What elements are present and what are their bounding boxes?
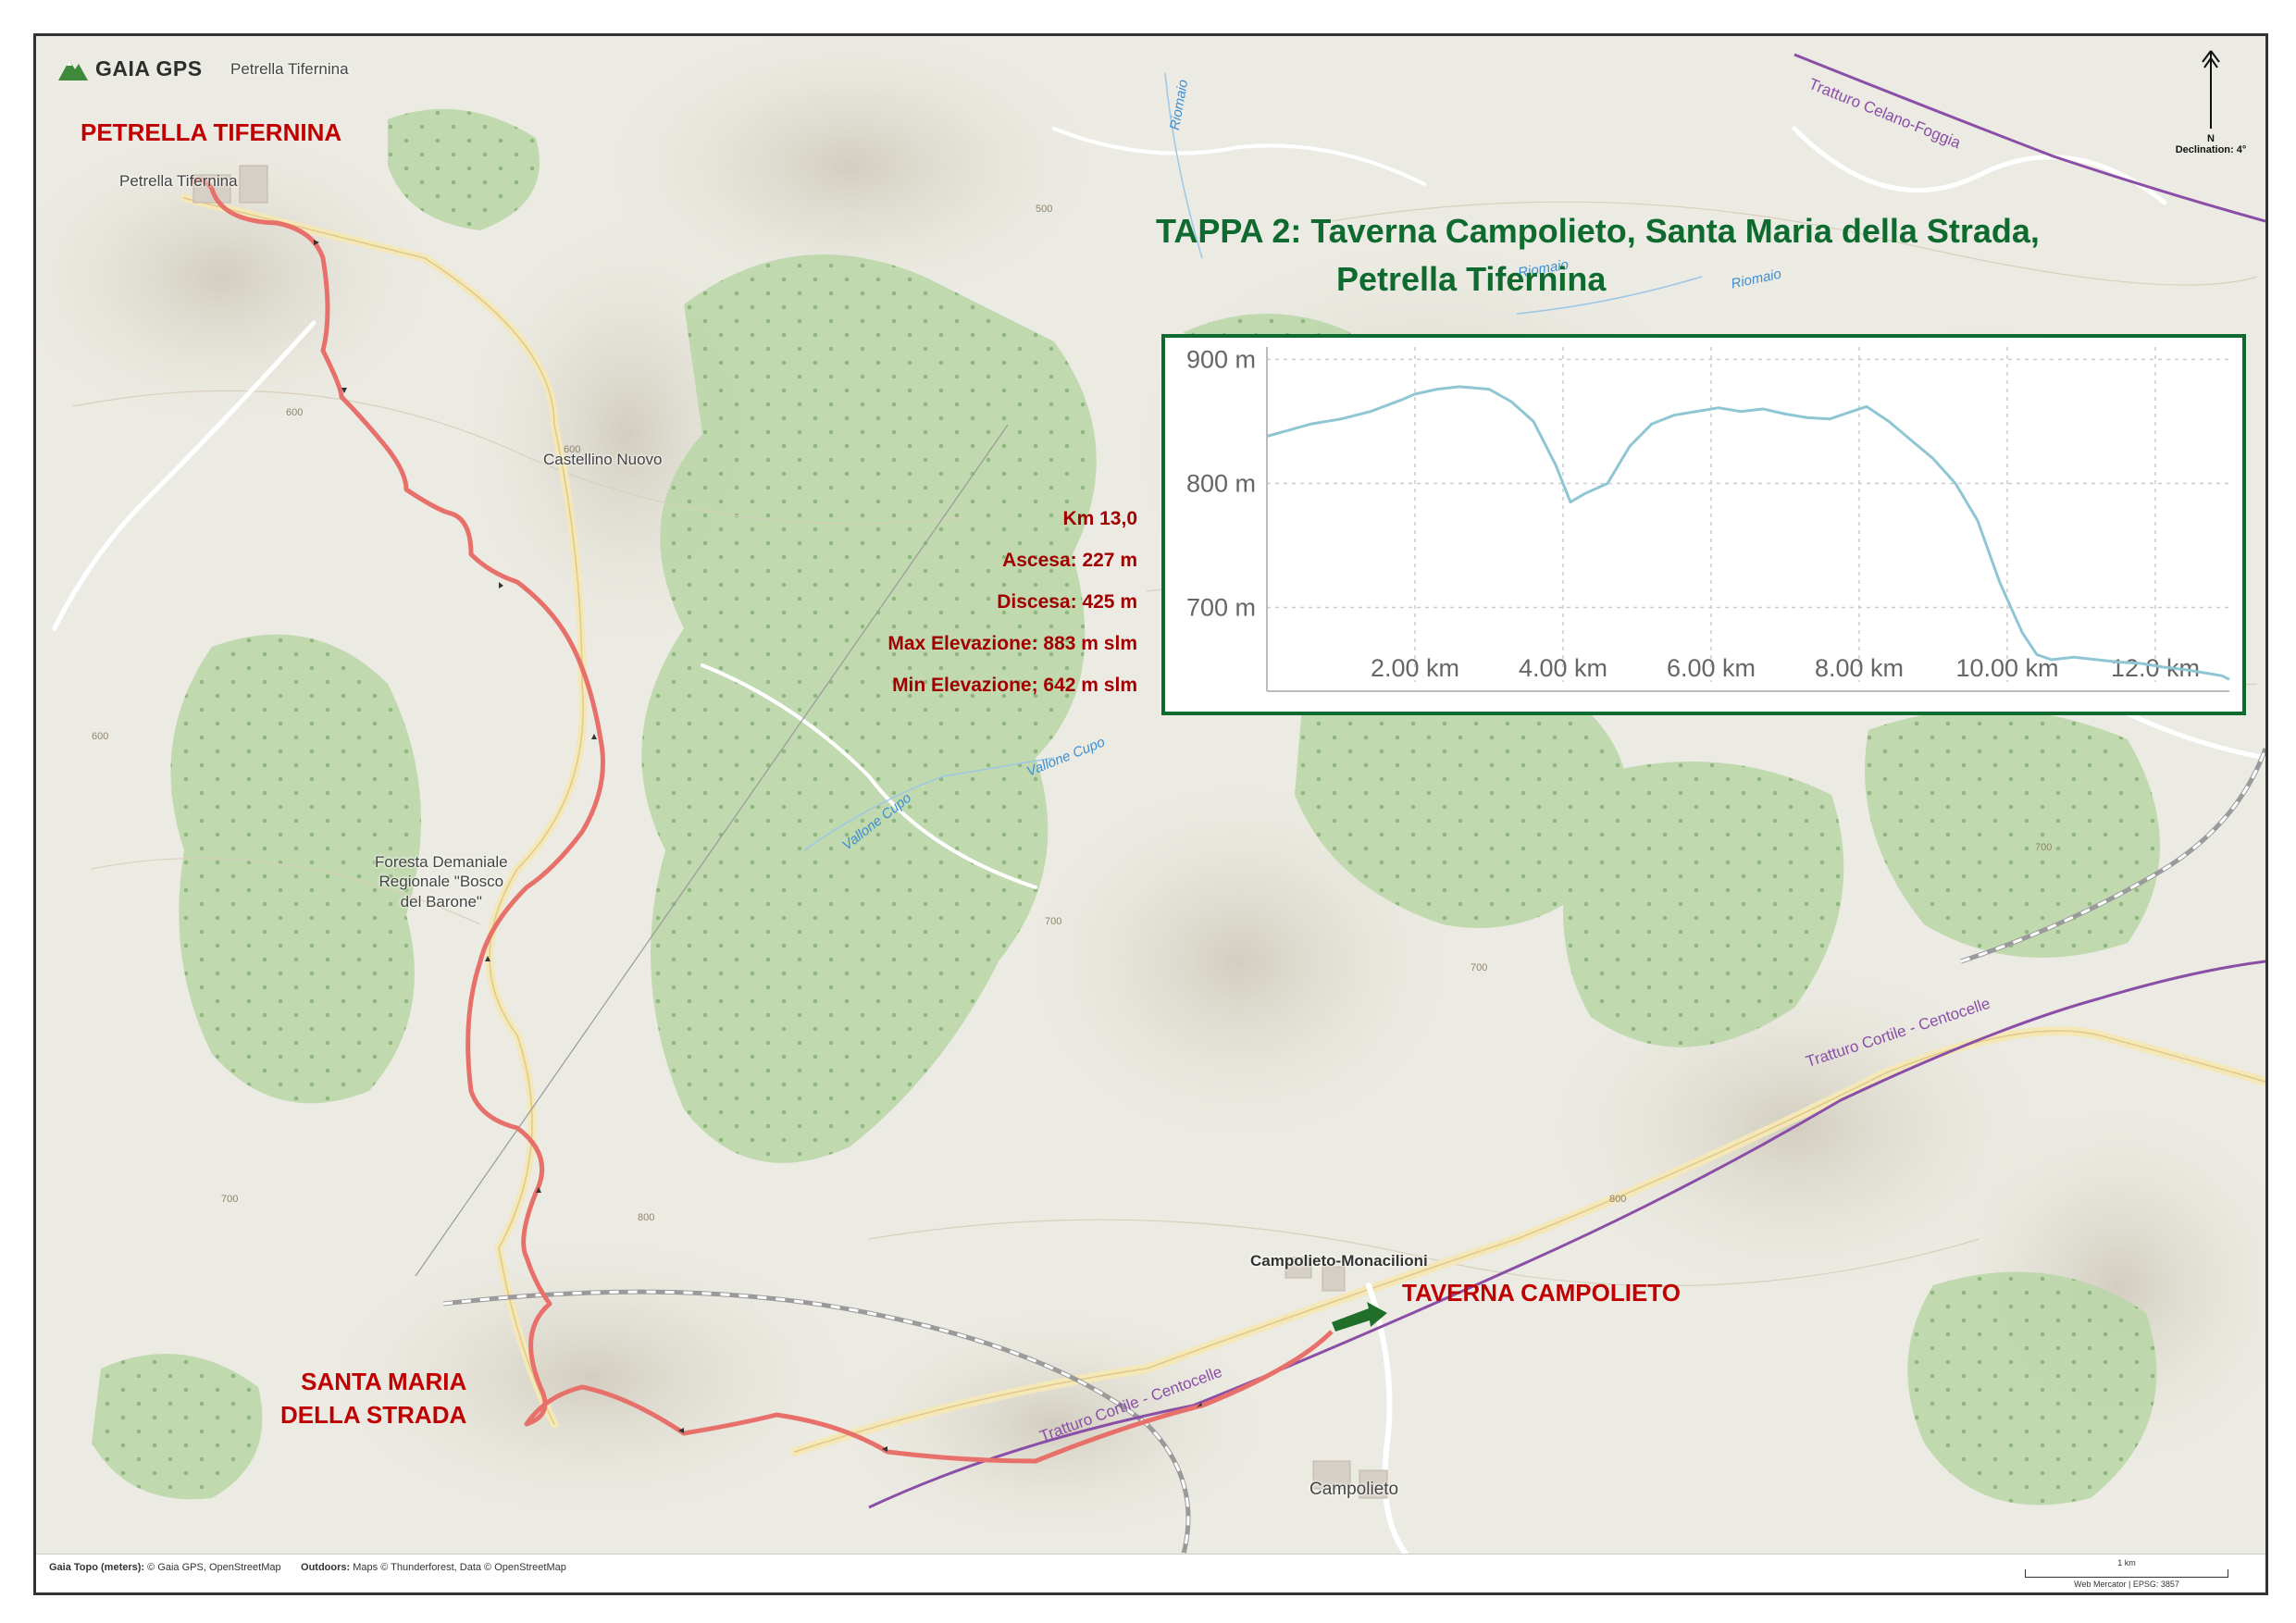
brand-name: GAIA GPS bbox=[95, 56, 203, 81]
stat-max-elevation: Max Elevazione: 883 m slm bbox=[887, 633, 1137, 654]
gaia-label: Gaia Topo (meters): bbox=[49, 1562, 145, 1573]
stat-distance: Km 13,0 bbox=[1062, 508, 1137, 529]
north-arrow: N Declination: 4° bbox=[2165, 47, 2257, 155]
x-tick-label: 6.00 km bbox=[1667, 654, 1756, 682]
x-tick-label: 2.00 km bbox=[1371, 654, 1459, 682]
stat-ascent: Ascesa: 227 m bbox=[1002, 550, 1137, 571]
declination-label: Declination: 4° bbox=[2175, 144, 2247, 155]
svg-text:600: 600 bbox=[286, 407, 303, 418]
scale-bar: 1 km Web Mercator | EPSG: 3857 bbox=[2025, 1558, 2228, 1589]
scale-bar-line bbox=[2025, 1569, 2228, 1578]
stat-descent: Discesa: 425 m bbox=[997, 591, 1137, 613]
svg-text:800: 800 bbox=[1609, 1194, 1626, 1205]
map-frame: 600 600 500 700 800 800 700 700 600 700 … bbox=[33, 33, 2268, 1595]
scale-label: 1 km bbox=[2117, 1558, 2136, 1567]
attribution-footer: Gaia Topo (meters): © Gaia GPS, OpenStre… bbox=[36, 1554, 2265, 1592]
y-tick-label: 900 m bbox=[1186, 345, 1256, 373]
x-tick-label: 8.00 km bbox=[1815, 654, 1904, 682]
label-santa-maria: SANTA MARIA DELLA STRADA bbox=[280, 1368, 467, 1430]
elevation-chart: 700 m 800 m 900 m 2.00 km 4.00 km 6.00 km 8.00… bbox=[1186, 345, 2230, 692]
place-campolieto: Campolieto bbox=[1309, 1480, 1399, 1499]
place-petrella-top: Petrella Tifernina bbox=[230, 60, 349, 78]
gaia-gps-logo: GAIA GPS bbox=[56, 55, 203, 82]
elevation-profile: 700 m 800 m 900 m 2.00 km 4.00 km 6.00 km 8.00… bbox=[1161, 334, 2246, 715]
outdoors-label: Outdoors: bbox=[301, 1562, 351, 1573]
title-line-2: Petrella Tifernina bbox=[1336, 260, 1607, 299]
label-start-taverna: TAVERNA CAMPOLIETO bbox=[1402, 1279, 1681, 1307]
svg-text:800: 800 bbox=[638, 1212, 654, 1223]
place-campolieto-monacilioni: Campolieto-Monacilioni bbox=[1250, 1252, 1428, 1270]
y-tick-label: 800 m bbox=[1186, 469, 1256, 497]
attribution-text: Gaia Topo (meters): © Gaia GPS, OpenStre… bbox=[49, 1562, 566, 1573]
svg-text:700: 700 bbox=[1045, 916, 1061, 927]
north-label: N bbox=[2207, 133, 2215, 144]
label-end-petrella: PETRELLA TIFERNINA bbox=[81, 118, 342, 146]
x-tick-label: 12.0 km bbox=[2111, 654, 2200, 682]
place-castellino-nuovo: Castellino Nuovo bbox=[543, 451, 663, 468]
route-stats: Km 13,0 Ascesa: 227 m Discesa: 425 m Max… bbox=[795, 508, 1137, 730]
svg-text:700: 700 bbox=[1471, 962, 1487, 973]
x-tick-label: 4.00 km bbox=[1519, 654, 1607, 682]
mountain-icon bbox=[58, 60, 88, 81]
x-tick-label: 10.00 km bbox=[1955, 654, 2058, 682]
place-petrella-town: Petrella Tifernina bbox=[119, 172, 238, 190]
title-line-1: TAPPA 2: Taverna Campolieto, Santa Maria… bbox=[1156, 212, 2040, 250]
svg-text:700: 700 bbox=[221, 1194, 238, 1205]
north-arrow-icon bbox=[2202, 50, 2220, 129]
gaia-credit: © Gaia GPS, OpenStreetMap bbox=[147, 1562, 281, 1573]
elevation-line bbox=[1266, 385, 2230, 681]
outdoors-credit: Maps © Thunderforest, Data © OpenStreetM… bbox=[353, 1562, 566, 1573]
page-title: TAPPA 2: Taverna Campolieto, Santa Maria… bbox=[1156, 207, 2265, 304]
y-tick-label: 700 m bbox=[1186, 594, 1256, 622]
place-foresta: Foresta Demaniale Regionale "Bosco del B… bbox=[375, 853, 508, 911]
svg-text:600: 600 bbox=[92, 731, 108, 742]
projection-label: Web Mercator | EPSG: 3857 bbox=[2074, 1580, 2179, 1589]
svg-text:700: 700 bbox=[2035, 842, 2052, 853]
svg-text:500: 500 bbox=[1036, 204, 1052, 215]
stat-min-elevation: Min Elevazione; 642 m slm bbox=[892, 675, 1137, 696]
